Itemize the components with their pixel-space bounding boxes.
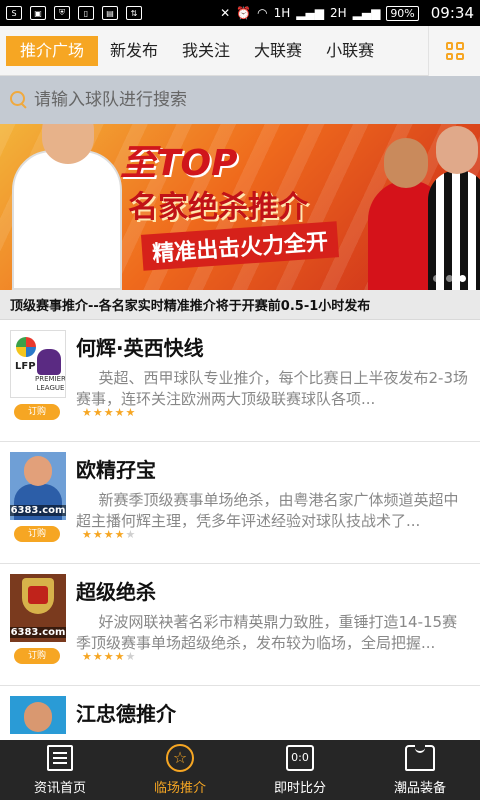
usb-icon: ⇅ [126,6,142,20]
bottom-navigation: 资讯首页 ☆ 临场推介 0:0 即时比分 潮品装备 [0,740,480,800]
tab-minor-leagues[interactable]: 小联赛 [314,36,386,66]
wifi-icon: ◠ [257,6,268,20]
star-filled-icon: ★ [103,650,115,663]
notice-text: 顶级赛事推介--各名家实时精准推介将于开赛前0.5-1小时发布 [0,290,480,320]
star-filled-icon: ★ [103,406,115,419]
expert-description: 英超、西甲球队专业推介，每个比赛日上半夜发布2-3场赛事，连环关注欧洲两大顶级联… [76,369,469,408]
banner-subheadline: 名家绝杀推介 [128,190,308,225]
star-filled-icon: ★ [92,528,104,541]
expert-description: 新赛季顶级赛事单场绝杀，由粤港名家广体频道英超中超主播何辉主理，凭多年评述经验对… [76,491,459,530]
star-filled-icon: ★ [92,650,104,663]
gallery-icon: ▤ [102,6,118,20]
news-icon [47,745,73,771]
nav-label: 资讯首页 [33,781,86,796]
subscribe-button[interactable]: 订购 [14,526,60,542]
rating-stars: ★★★★★ [82,528,136,541]
star-filled-icon: ★ [114,650,126,663]
star-filled-icon: ★ [82,406,93,419]
phone-icon: ▯ [78,6,94,20]
list-item[interactable]: 江忠德推介 [0,686,480,734]
banner-pundit-right [428,126,480,290]
thumb-caption: LFP [15,361,36,372]
nav-label: 潮品装备 [393,781,446,796]
tab-recommend-square[interactable]: 推介广场 [6,35,99,66]
nav-live-recommend[interactable]: ☆ 临场推介 [120,740,240,800]
scoreboard-icon: 0:0 [286,745,314,771]
club-crest-icon [22,578,54,614]
star-empty-icon: ★ [125,650,137,663]
signal-1-label: 1H [273,6,291,20]
clock: 09:34 [430,4,474,22]
star-filled-icon: ★ [103,528,115,541]
more-categories-button[interactable] [428,26,480,76]
expert-title: 何辉·英西快线 [76,336,204,360]
star-filled-icon: ★ [125,406,137,419]
nav-label: 临场推介 [153,781,206,796]
list-item[interactable]: LFP PREMIER LEAGUE 何辉·英西快线 英超、西甲球队专业推介，每… [0,320,480,442]
image-notification-icon: ▣ [30,6,46,20]
star-filled-icon: ★ [92,406,104,419]
league-logo-thumbnail: LFP PREMIER LEAGUE [10,330,66,398]
signal-1-icon: ▂▄▆ [296,6,324,20]
expert-avatar: 6383.com [10,452,66,520]
expert-description: 好波网联袂著名彩市精英鼎力致胜，重锤打造14-15赛季顶级赛事单场超级绝杀，发布… [76,613,458,652]
star-filled-icon: ★ [114,406,126,419]
subscribe-button[interactable]: 订购 [14,404,60,420]
nav-label: 即时比分 [273,781,326,796]
expert-avatar: 6383.com [10,574,66,642]
star-filled-icon: ★ [82,650,93,663]
banner-pundit-left [12,124,122,290]
star-filled-icon: ★ [114,528,126,541]
thumb-caption: 6383.com [10,627,66,638]
list-item[interactable]: 6383.com 欧精孖宝 新赛季顶级赛事单场绝杀，由粤港名家广体频道英超中超主… [0,442,480,564]
shirt-icon [405,745,435,771]
category-tabs: 推介广场 新发布 我关注 大联赛 小联赛 [0,26,480,76]
expert-title: 欧精孖宝 [76,458,156,482]
expert-title: 超级绝杀 [76,580,156,604]
status-bar: S ▣ ⛨ ▯ ▤ ⇅ ✕ ⏰ ◠ 1H ▂▄▆ 2H ▂▄▆ 90% 09:3… [0,0,480,26]
search-bar [0,76,480,124]
promo-banner[interactable]: 至TOP 名家绝杀推介 精准出击火力全开 [0,124,480,290]
star-icon: ☆ [166,744,194,772]
signal-2-icon: ▂▄▆ [352,6,381,20]
shield-icon: ⛨ [54,6,70,20]
pager-dot-active[interactable] [459,275,466,282]
expert-avatar [10,696,66,734]
star-empty-icon: ★ [125,528,137,541]
nav-news-home[interactable]: 资讯首页 [0,740,120,800]
alarm-icon: ⏰ [236,6,252,20]
rating-stars: ★★★★★ [82,406,136,419]
nav-live-score[interactable]: 0:0 即时比分 [240,740,360,800]
premier-league-lion-icon [37,349,61,375]
rating-stars: ★★★★★ [82,650,136,663]
lfp-logo-icon [16,337,36,357]
pager-dot[interactable] [446,275,453,282]
banner-pager [433,275,466,282]
expert-list: LFP PREMIER LEAGUE 何辉·英西快线 英超、西甲球队专业推介，每… [0,320,480,734]
signal-2-label: 2H [329,6,347,20]
star-filled-icon: ★ [82,528,93,541]
mute-icon: ✕ [220,6,231,20]
app-notification-icon: S [6,6,22,20]
tab-following[interactable]: 我关注 [170,36,242,66]
nav-gear-shop[interactable]: 潮品装备 [360,740,480,800]
grid-icon [445,42,464,60]
thumb-caption: 6383.com [10,505,66,516]
subscribe-button[interactable]: 订购 [14,648,60,664]
battery-indicator: 90% [386,5,419,21]
banner-headline: 至TOP [120,143,238,184]
thumb-subcaption: PREMIER LEAGUE [35,375,66,392]
tab-major-leagues[interactable]: 大联赛 [242,36,314,66]
pager-dot[interactable] [433,275,440,282]
list-item[interactable]: 6383.com 超级绝杀 好波网联袂著名彩市精英鼎力致胜，重锤打造14-15赛… [0,564,480,686]
team-search-input[interactable] [34,90,470,110]
tab-new-release[interactable]: 新发布 [98,36,170,66]
expert-title: 江忠德推介 [76,702,176,726]
search-icon[interactable] [10,91,28,109]
